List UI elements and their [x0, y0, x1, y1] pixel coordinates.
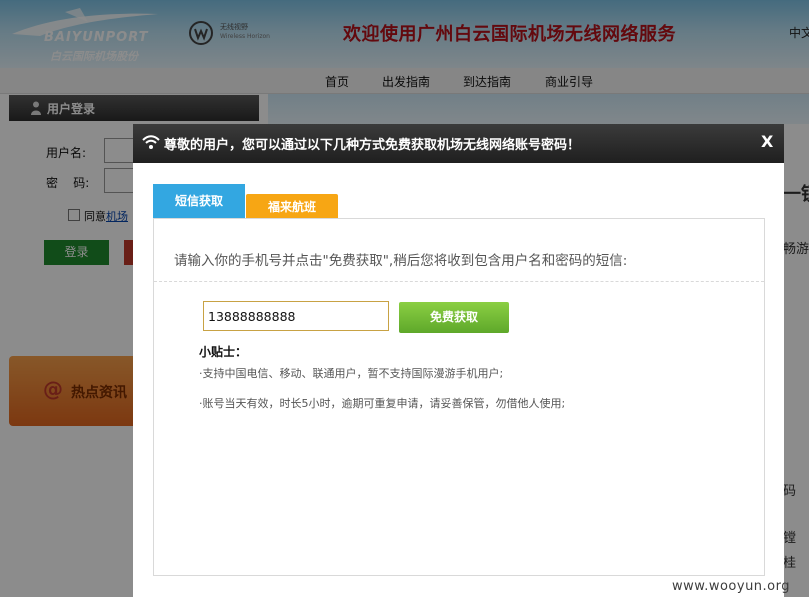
- tips-title: 小贴士：: [199, 345, 248, 359]
- wifi-account-modal: 尊敬的用户，您可以通过以下几种方式免费获取机场无线网络账号密码！ X 短信获取 …: [133, 124, 784, 597]
- tab-flight[interactable]: 福来航班: [246, 194, 338, 218]
- instruction-text: 请输入你的手机号并点击"免费获取",稍后您将收到包含用户名和密码的短信:: [174, 253, 628, 269]
- tip-item: ·账号当天有效，时长5小时，逾期可重复申请，请妥善保管，勿借他人使用;: [199, 397, 566, 410]
- tab-sms[interactable]: 短信获取: [153, 184, 245, 218]
- sms-panel: 请输入你的手机号并点击"免费获取",稍后您将收到包含用户名和密码的短信: 免费获…: [153, 218, 765, 576]
- tip-item: ·支持中国电信、移动、联通用户，暂不支持国际漫游手机用户;: [199, 367, 504, 380]
- modal-title: 尊敬的用户，您可以通过以下几种方式免费获取机场无线网络账号密码！: [164, 138, 581, 153]
- panel-divider: [154, 281, 764, 282]
- watermark: www.wooyun.org: [672, 579, 791, 594]
- wifi-icon: [142, 135, 160, 149]
- close-button[interactable]: X: [761, 132, 773, 151]
- modal-header: 尊敬的用户，您可以通过以下几种方式免费获取机场无线网络账号密码！ X: [133, 124, 784, 163]
- get-free-button[interactable]: 免费获取: [399, 302, 509, 333]
- phone-number-input[interactable]: [203, 301, 389, 331]
